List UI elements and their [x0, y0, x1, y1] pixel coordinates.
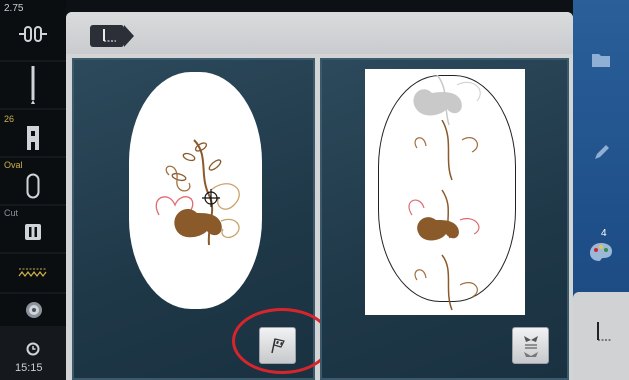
- highlight-circle: [232, 308, 332, 374]
- clock-time: 15:15: [15, 362, 43, 374]
- hoop-slot[interactable]: Oval: [0, 158, 66, 204]
- embroidery-stitch-icon: [597, 322, 612, 341]
- presser-foot-number: 26: [4, 114, 15, 124]
- hoop-preview-pane[interactable]: [72, 58, 332, 380]
- crosshair-icon: [202, 189, 220, 207]
- main-panel: [66, 12, 573, 380]
- presser-pressure-slot[interactable]: 2.75: [0, 0, 66, 60]
- cutter-slot[interactable]: Cut: [0, 206, 66, 252]
- palette-icon[interactable]: [589, 242, 613, 262]
- embroidery-screen: 2.75 26 Oval Cut 15:15 4: [0, 0, 629, 380]
- bobbin-slot[interactable]: [0, 294, 66, 326]
- folder-icon[interactable]: [591, 52, 611, 68]
- color-count: 4: [601, 228, 607, 239]
- bobbin-icon: [26, 302, 42, 318]
- needle-slot[interactable]: [0, 62, 66, 108]
- oval-hoop-icon: [26, 173, 40, 199]
- stitch-pattern-slot[interactable]: [0, 254, 66, 292]
- presser-foot-icon: [27, 126, 39, 150]
- cut-label: Cut: [4, 208, 19, 218]
- repeated-design-preview: [408, 120, 480, 311]
- needle-icon: [31, 66, 35, 104]
- presser-value: 2.75: [4, 3, 24, 14]
- top-bar: [66, 12, 573, 54]
- pencil-icon[interactable]: [593, 143, 611, 161]
- clock-slot: 15:15: [0, 328, 66, 380]
- hoop-label: Oval: [4, 160, 23, 170]
- embroidery-stitch-icon: [103, 29, 116, 42]
- embroidery-stack-icon: [524, 336, 538, 357]
- design-preview-pane[interactable]: [320, 58, 569, 380]
- presser-foot-slot[interactable]: 26: [0, 110, 66, 156]
- embroidery-stack-button[interactable]: [512, 327, 549, 364]
- clock-icon: [26, 342, 40, 356]
- presser-pressure-icon: [19, 26, 47, 42]
- status-rail: 2.75 26 Oval Cut 15:15: [0, 0, 66, 380]
- cutter-icon: [25, 224, 41, 240]
- zigzag-icon: [18, 268, 47, 277]
- embroidery-tab-button[interactable]: [90, 25, 134, 47]
- embroidery-active-tab[interactable]: [573, 292, 629, 380]
